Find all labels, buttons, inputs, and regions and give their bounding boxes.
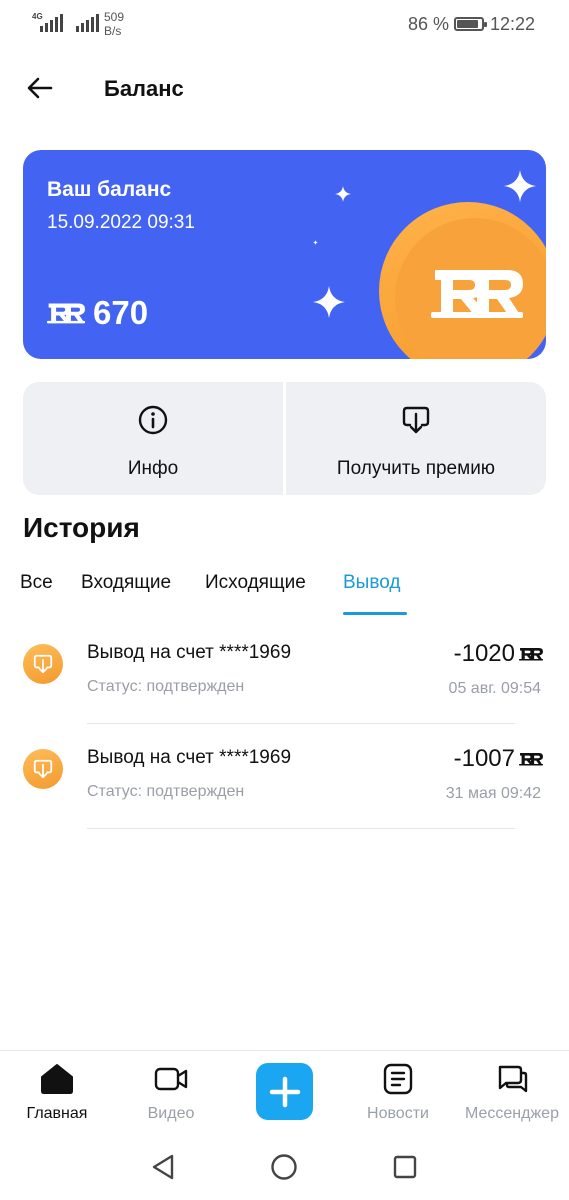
circle-home-icon — [271, 1154, 297, 1180]
coin-illustration — [379, 202, 546, 359]
list-item[interactable]: Вывод на счет ****1969 Статус: подтвержд… — [0, 745, 569, 850]
nav-video[interactable]: Видео — [140, 1063, 202, 1123]
nav-news-label: Новости — [367, 1105, 429, 1122]
add-button[interactable] — [256, 1063, 313, 1120]
square-recents-icon — [393, 1155, 417, 1179]
signal-strength-icon — [40, 14, 63, 32]
get-bonus-label: Получить премию — [336, 458, 496, 479]
divider — [87, 723, 515, 724]
video-camera-icon — [154, 1067, 188, 1091]
transaction-status: Статус: подтвержден — [87, 678, 245, 695]
transaction-title: Вывод на счет ****1969 — [87, 642, 292, 663]
tab-incoming[interactable]: Входящие — [81, 572, 171, 594]
triangle-back-icon — [152, 1154, 174, 1180]
info-circle-icon — [138, 405, 168, 435]
tab-withdrawal[interactable]: Вывод — [343, 572, 400, 594]
system-navigation — [0, 1136, 569, 1200]
news-icon — [383, 1063, 413, 1095]
tab-all[interactable]: Все — [20, 572, 53, 594]
nav-video-label: Видео — [147, 1105, 195, 1122]
nav-messenger-label: Мессенджер — [465, 1105, 559, 1122]
transaction-amount-value: -1020 — [453, 640, 515, 667]
arrow-left-icon — [27, 77, 53, 99]
divider — [87, 828, 515, 829]
net-speed-unit: B/s — [104, 24, 122, 38]
nav-messenger[interactable]: Мессенджер — [458, 1063, 566, 1123]
nav-news[interactable]: Новости — [360, 1063, 436, 1123]
withdrawal-icon — [23, 749, 63, 789]
nav-home[interactable]: Главная — [18, 1063, 96, 1123]
rr-currency-icon — [519, 648, 543, 661]
transaction-title: Вывод на счет ****1969 — [87, 747, 292, 768]
plus-icon — [269, 1076, 300, 1107]
transaction-amount-value: -1007 — [453, 745, 515, 772]
action-tiles: Инфо Получить премию — [23, 382, 546, 495]
sparkle-icon — [313, 240, 318, 245]
sparkle-icon — [335, 186, 351, 202]
clock: 12:22 — [490, 14, 536, 34]
bottom-navigation: Главная Видео Новости Мессенджер — [0, 1050, 569, 1136]
transaction-date: 31 мая 09:42 — [445, 785, 541, 802]
rr-currency-icon — [47, 303, 85, 324]
download-bubble-icon — [402, 406, 430, 434]
battery-icon — [454, 17, 487, 31]
info-button[interactable]: Инфо — [23, 382, 283, 495]
battery-fill — [457, 20, 478, 28]
tab-outgoing[interactable]: Исходящие — [205, 572, 306, 594]
transaction-date: 05 авг. 09:54 — [448, 680, 541, 697]
net-speed-value: 509 — [104, 10, 125, 24]
transaction-amount: -1020 — [454, 640, 543, 668]
back-button[interactable] — [22, 70, 58, 106]
balance-title: Ваш баланс — [47, 178, 172, 201]
network-type-label: 4G — [32, 12, 43, 21]
sparkle-icon — [504, 170, 536, 202]
home-icon — [41, 1064, 73, 1094]
page-title: Баланс — [104, 76, 184, 101]
balance-value: 670 — [93, 294, 149, 331]
transaction-status: Статус: подтвержден — [87, 783, 245, 800]
balance-card: Ваш баланс 15.09.2022 09:31 670 — [23, 150, 546, 359]
signal-strength-icon-2 — [76, 14, 99, 32]
withdrawal-icon — [23, 644, 63, 684]
list-item[interactable]: Вывод на счет ****1969 Статус: подтвержд… — [0, 640, 569, 745]
nav-home-label: Главная — [26, 1105, 88, 1122]
chat-bubbles-icon — [498, 1065, 528, 1093]
active-tab-indicator — [343, 612, 407, 615]
history-title: История — [23, 512, 140, 543]
net-speed: 509 B/s — [104, 10, 124, 38]
status-bar: 4G 509 B/s 86 % 12:22 — [0, 0, 569, 48]
rr-currency-icon — [431, 270, 523, 318]
transaction-amount: -1007 — [454, 745, 543, 773]
battery-percent: 86 % — [408, 14, 450, 34]
system-recents-button[interactable] — [390, 1152, 420, 1182]
info-label: Инфо — [127, 458, 179, 479]
balance-date: 15.09.2022 09:31 — [47, 212, 195, 233]
get-bonus-button[interactable]: Получить премию — [286, 382, 546, 495]
rr-currency-icon — [519, 753, 543, 766]
header: Баланс — [0, 60, 569, 116]
system-back-button[interactable] — [148, 1152, 178, 1182]
sparkle-icon — [313, 286, 345, 318]
system-home-button[interactable] — [269, 1152, 299, 1182]
balance-amount: 670 — [47, 294, 148, 332]
history-tabs: Все Входящие Исходящие Вывод — [0, 568, 569, 616]
